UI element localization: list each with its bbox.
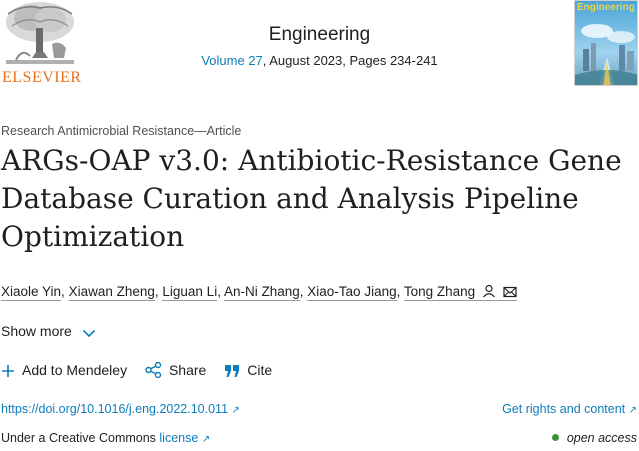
corresponding-author-link[interactable]: Tong Zhang <box>403 284 517 301</box>
article-title: ARGs-OAP v3.0: Antibiotic-Resistance Gen… <box>1 144 622 253</box>
license-statement: Under a Creative Commons license ↗ <box>1 431 210 445</box>
doi-text: https://doi.org/10.1016/j.eng.2022.10.01… <box>1 402 229 416</box>
open-access-dot-icon <box>551 434 559 441</box>
person-icon <box>482 284 495 298</box>
external-link-icon: ↗ <box>201 434 211 445</box>
envelope-icon <box>503 286 517 298</box>
rights-text: Get rights and content <box>502 402 626 416</box>
license-prefix: Under a Creative Commons <box>1 431 160 445</box>
rights-and-content-link[interactable]: Get rights and content ↗ <box>502 402 637 416</box>
issue-details: , August 2023, Pages 234-241 <box>262 53 438 68</box>
author-link[interactable]: Xiaole Yin <box>1 284 62 301</box>
share-label: Share <box>168 362 207 378</box>
cover-title: Engineering <box>577 2 635 13</box>
quote-icon <box>225 365 240 377</box>
doi-link[interactable]: https://doi.org/10.1016/j.eng.2022.10.01… <box>1 402 240 416</box>
author-link[interactable]: Liguan Li <box>162 284 218 301</box>
cite-button[interactable]: Cite <box>224 362 272 378</box>
plus-icon <box>2 365 14 377</box>
add-to-mendeley-button[interactable]: Add to Mendeley <box>1 362 127 378</box>
open-access-label: open access <box>566 431 637 445</box>
add-to-mendeley-label: Add to Mendeley <box>22 362 128 378</box>
journal-name[interactable]: Engineering <box>0 24 639 46</box>
show-more-button[interactable]: Show more <box>1 323 96 339</box>
author-link[interactable]: An-Ni Zhang <box>223 284 300 301</box>
article-type: Research Antimicrobial Resistance—Articl… <box>1 124 242 138</box>
external-link-icon: ↗ <box>231 405 240 416</box>
show-more-label: Show more <box>1 323 72 339</box>
external-link-icon: ↗ <box>628 405 637 416</box>
author-list: Xiaole Yin, Xiawan Zheng, Liguan Li, An-… <box>1 284 517 301</box>
journal-issue-info: Volume 27, August 2023, Pages 234-241 <box>0 53 639 68</box>
chevron-down-icon <box>82 329 95 338</box>
volume-link[interactable]: Volume 27 <box>201 53 262 68</box>
author-link[interactable]: Xiao-Tao Jiang <box>307 284 397 301</box>
license-link-text: license <box>159 431 199 445</box>
elsevier-wordmark: ELSEVIER <box>2 69 82 86</box>
article-actions: Add to Mendeley Share Cite <box>1 361 286 379</box>
share-button[interactable]: Share <box>145 361 207 379</box>
author-name: Tong Zhang <box>403 284 476 299</box>
cite-label: Cite <box>247 362 273 378</box>
journal-cover-image <box>575 1 637 85</box>
journal-cover[interactable]: Engineering <box>574 0 638 86</box>
open-access-badge: open access <box>551 431 637 445</box>
license-link[interactable]: license ↗ <box>159 431 210 445</box>
author-link[interactable]: Xiawan Zheng <box>68 284 155 301</box>
share-icon <box>145 361 162 379</box>
